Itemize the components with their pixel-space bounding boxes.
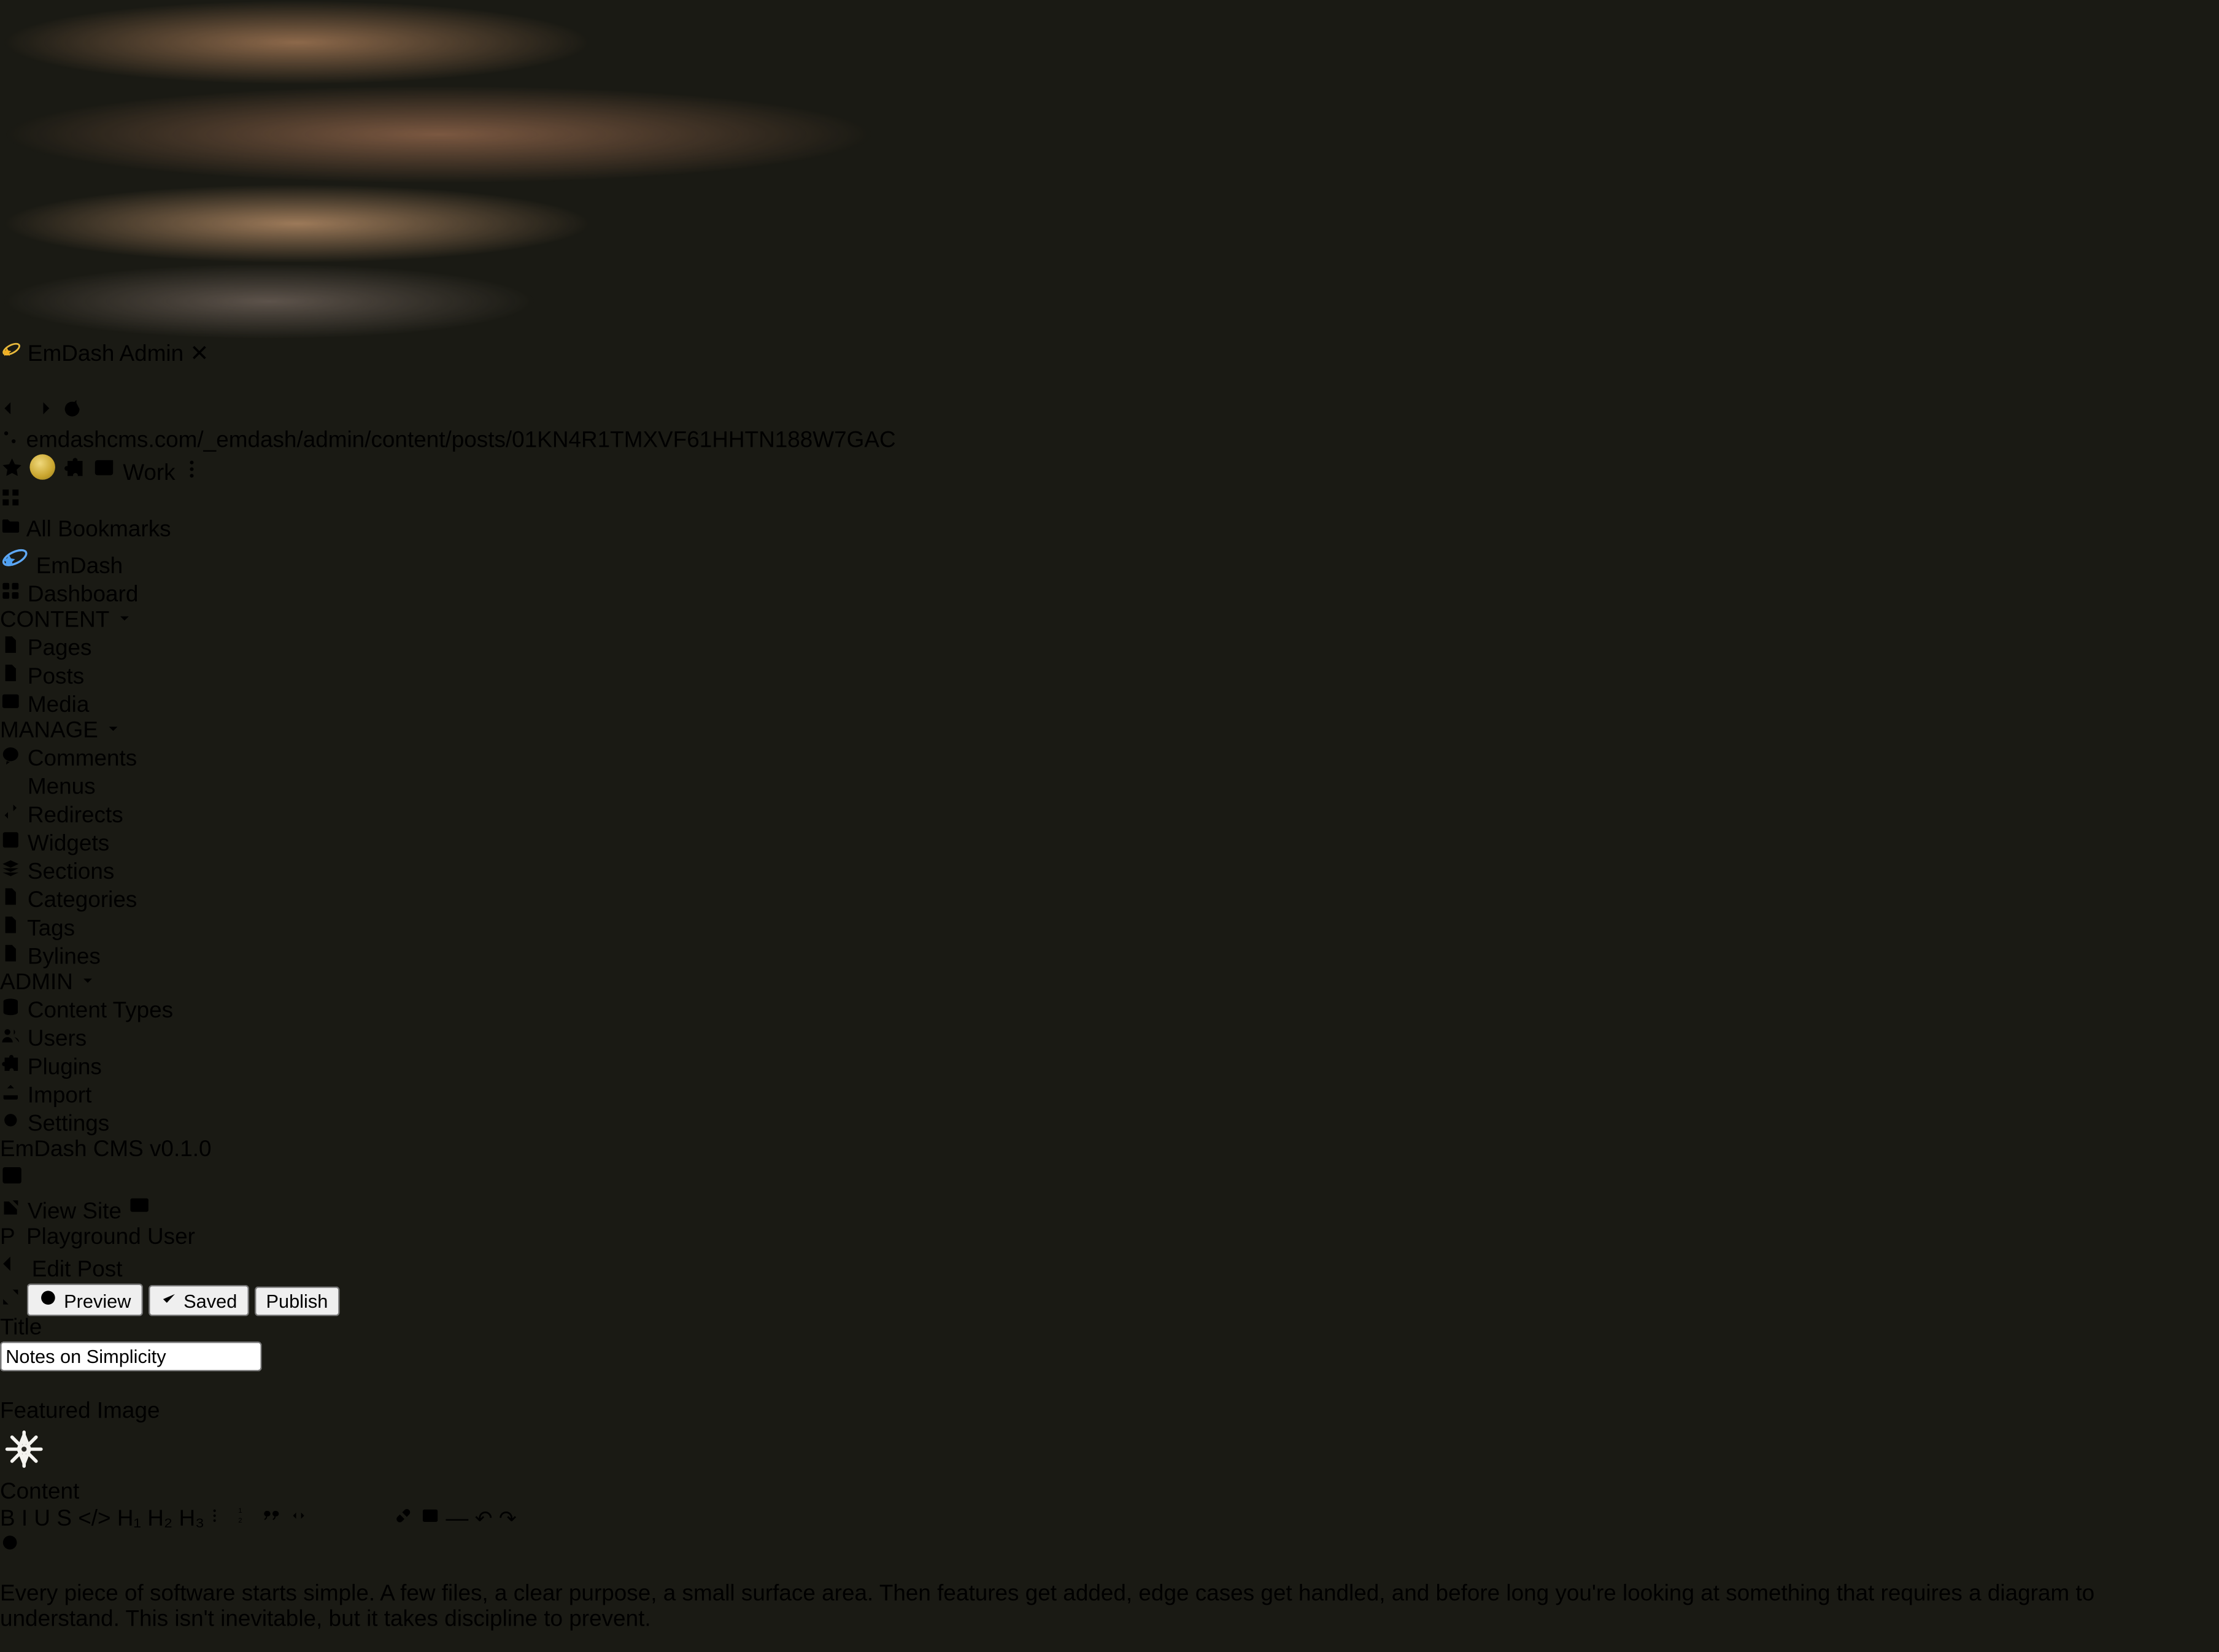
wallpaper — [0, 0, 2219, 1651]
desktop: EmDash Admin ✕ emdashcms.com/_emdash/adm… — [0, 0, 2219, 1651]
